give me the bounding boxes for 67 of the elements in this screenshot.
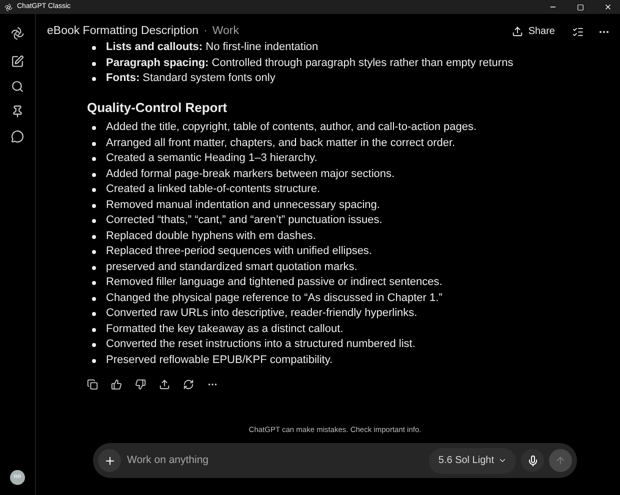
list-item-text: Fonts: Standard system fonts only	[106, 71, 276, 86]
list-item-text: Created a semantic Heading 1–3 hierarchy.	[106, 151, 318, 166]
bullet-icon	[92, 172, 96, 176]
bullet-icon	[92, 312, 96, 316]
share-button[interactable]: Share	[512, 24, 555, 39]
bullet-icon	[92, 234, 96, 238]
bullet-icon	[92, 281, 96, 285]
chevron-down-icon	[498, 456, 507, 465]
list-item-text: Arranged all front matter, chapters, and back matter in the correct order.	[106, 136, 456, 150]
list-item-text: Removed filler language and tightened passive or indirect sentences.	[106, 275, 442, 290]
new-chat-icon[interactable]	[11, 55, 24, 68]
pin-icon[interactable]	[11, 105, 24, 118]
list-item-text: Preserved reflowable EPUB/KPF compatibility.	[106, 352, 333, 368]
list-icon[interactable]	[572, 26, 584, 38]
list-item-text: Replaced double hyphens with em dashes.	[106, 228, 316, 244]
bullet-icon	[92, 343, 96, 347]
list-item-text: Added the title, copyright, table of contents, author, and call-to-action pages.	[106, 120, 477, 135]
list-item-text: Converted raw URLs into descriptive, reader-friendly hyperlinks.	[106, 306, 418, 321]
bullet-icon	[92, 142, 96, 146]
bullet-icon	[92, 77, 96, 81]
bullet-icon	[92, 188, 96, 192]
close-icon[interactable]	[604, 3, 612, 11]
list-item-text: Changed the physical page reference to “As discussed in Chapter 1.”	[106, 290, 442, 306]
bullet-icon	[92, 358, 96, 362]
list-item-text: Corrected “thats,” “cant,” and “aren’t” punctuation issues.	[106, 213, 382, 228]
section-heading: Quality-Control Report	[87, 98, 228, 117]
search-icon[interactable]	[11, 80, 24, 93]
microphone-button[interactable]	[521, 449, 544, 472]
bullet-icon	[92, 250, 96, 254]
bullet-icon	[92, 126, 96, 130]
list-item-text: Paragraph spacing: Controlled through paragraph styles rather than empty returns	[106, 56, 514, 70]
list-item-text: Formatted the key takeaway as a distinct callout.	[106, 322, 344, 336]
bullet-icon	[92, 266, 96, 270]
composer-field[interactable]: Work on anything 5.6 Sol Light	[93, 443, 577, 478]
thumbs-down-icon[interactable]	[135, 379, 146, 390]
project-name[interactable]: Work	[212, 22, 239, 40]
separator-dot: ·	[203, 24, 208, 39]
list-item-text: Replaced three-period sequences with unified ellipses.	[106, 244, 372, 259]
thumbs-up-icon[interactable]	[111, 379, 122, 390]
list-item-text: preserved and standardized smart quotation marks.	[106, 260, 358, 274]
bullet-icon	[92, 46, 96, 50]
plus-icon	[104, 454, 116, 466]
send-button[interactable]	[549, 449, 572, 472]
bullet-icon	[92, 328, 96, 332]
copy-icon[interactable]	[87, 379, 98, 390]
bullet-icon	[92, 62, 96, 66]
regenerate-icon[interactable]	[183, 379, 194, 390]
list-item-text: Converted the reset instructions into a structured numbered list.	[106, 337, 416, 352]
share-icon	[512, 26, 524, 37]
message-input[interactable]: Work on anything	[127, 452, 430, 468]
list-item-text: Created a linked table-of-contents structure.	[106, 182, 320, 197]
bullet-icon	[92, 204, 96, 208]
conversation-title[interactable]: eBook Formatting Description	[47, 22, 198, 40]
microphone-icon	[526, 454, 538, 466]
arrow-up-icon	[555, 455, 566, 466]
logo-icon[interactable]	[10, 26, 25, 41]
add-button[interactable]	[98, 449, 121, 472]
list-item-text: Lists and callouts: No first-line indentation	[106, 40, 318, 55]
list-item-text: Added formal page-break markers between major sections.	[106, 166, 395, 182]
chat-bubble-icon[interactable]	[11, 130, 24, 143]
maximize-icon[interactable]	[577, 4, 584, 10]
model-selector[interactable]: 5.6 Sol Light	[429, 448, 516, 474]
bullet-icon	[92, 219, 96, 223]
bullet-icon	[92, 157, 96, 161]
bullet-icon	[92, 296, 96, 300]
share-icon[interactable]	[159, 379, 170, 390]
list-item-text: Removed manual indentation and unnecessary spacing.	[106, 198, 380, 212]
